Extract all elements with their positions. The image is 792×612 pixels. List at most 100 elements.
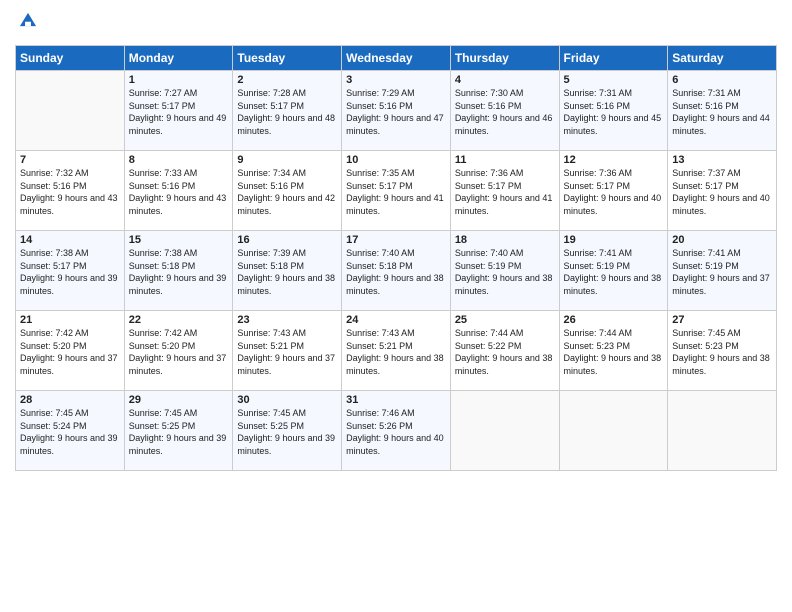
day-info: Sunrise: 7:41 AMSunset: 5:19 PMDaylight:… — [564, 248, 662, 296]
day-cell: 17 Sunrise: 7:40 AMSunset: 5:18 PMDayligh… — [342, 231, 451, 311]
day-cell: 13 Sunrise: 7:37 AMSunset: 5:17 PMDayligh… — [668, 151, 777, 231]
day-number: 18 — [455, 234, 555, 246]
logo-icon — [17, 10, 39, 32]
day-info: Sunrise: 7:29 AMSunset: 5:16 PMDaylight:… — [346, 88, 444, 136]
day-info: Sunrise: 7:28 AMSunset: 5:17 PMDaylight:… — [237, 88, 335, 136]
header — [15, 10, 777, 37]
day-number: 3 — [346, 74, 446, 86]
day-number: 21 — [20, 314, 120, 326]
day-number: 12 — [564, 154, 664, 166]
day-cell: 31 Sunrise: 7:46 AMSunset: 5:26 PMDayligh… — [342, 391, 451, 471]
day-info: Sunrise: 7:40 AMSunset: 5:19 PMDaylight:… — [455, 248, 553, 296]
day-cell: 26 Sunrise: 7:44 AMSunset: 5:23 PMDayligh… — [559, 311, 668, 391]
week-row-1: 1 Sunrise: 7:27 AMSunset: 5:17 PMDaylight… — [16, 71, 777, 151]
day-number: 9 — [237, 154, 337, 166]
calendar-table: SundayMondayTuesdayWednesdayThursdayFrid… — [15, 45, 777, 471]
week-row-2: 7 Sunrise: 7:32 AMSunset: 5:16 PMDaylight… — [16, 151, 777, 231]
day-header-sunday: Sunday — [16, 46, 125, 71]
day-info: Sunrise: 7:46 AMSunset: 5:26 PMDaylight:… — [346, 408, 444, 456]
day-cell: 7 Sunrise: 7:32 AMSunset: 5:16 PMDaylight… — [16, 151, 125, 231]
day-cell: 9 Sunrise: 7:34 AMSunset: 5:16 PMDaylight… — [233, 151, 342, 231]
day-info: Sunrise: 7:42 AMSunset: 5:20 PMDaylight:… — [129, 328, 227, 376]
day-header-thursday: Thursday — [450, 46, 559, 71]
day-number: 7 — [20, 154, 120, 166]
day-info: Sunrise: 7:27 AMSunset: 5:17 PMDaylight:… — [129, 88, 227, 136]
day-number: 31 — [346, 394, 446, 406]
day-number: 11 — [455, 154, 555, 166]
day-cell: 11 Sunrise: 7:36 AMSunset: 5:17 PMDayligh… — [450, 151, 559, 231]
day-cell — [559, 391, 668, 471]
day-cell: 23 Sunrise: 7:43 AMSunset: 5:21 PMDayligh… — [233, 311, 342, 391]
day-cell — [16, 71, 125, 151]
day-cell: 29 Sunrise: 7:45 AMSunset: 5:25 PMDayligh… — [124, 391, 233, 471]
day-info: Sunrise: 7:37 AMSunset: 5:17 PMDaylight:… — [672, 168, 770, 216]
day-info: Sunrise: 7:45 AMSunset: 5:25 PMDaylight:… — [129, 408, 227, 456]
day-number: 13 — [672, 154, 772, 166]
header-row: SundayMondayTuesdayWednesdayThursdayFrid… — [16, 46, 777, 71]
day-info: Sunrise: 7:36 AMSunset: 5:17 PMDaylight:… — [455, 168, 553, 216]
day-info: Sunrise: 7:38 AMSunset: 5:17 PMDaylight:… — [20, 248, 118, 296]
week-row-4: 21 Sunrise: 7:42 AMSunset: 5:20 PMDayligh… — [16, 311, 777, 391]
day-cell: 6Sunrise: 7:31 AMSunset: 5:16 PMDaylight… — [668, 71, 777, 151]
day-number: 8 — [129, 154, 229, 166]
day-info: Sunrise: 7:45 AMSunset: 5:24 PMDaylight:… — [20, 408, 118, 456]
day-cell: 5 Sunrise: 7:31 AMSunset: 5:16 PMDaylight… — [559, 71, 668, 151]
day-info: Sunrise: 7:33 AMSunset: 5:16 PMDaylight:… — [129, 168, 227, 216]
day-info: Sunrise: 7:43 AMSunset: 5:21 PMDaylight:… — [237, 328, 335, 376]
day-number: 2 — [237, 74, 337, 86]
day-info: Sunrise: 7:30 AMSunset: 5:16 PMDaylight:… — [455, 88, 553, 136]
day-header-friday: Friday — [559, 46, 668, 71]
day-cell: 16Sunrise: 7:39 AMSunset: 5:18 PMDayligh… — [233, 231, 342, 311]
day-number: 28 — [20, 394, 120, 406]
week-row-5: 28 Sunrise: 7:45 AMSunset: 5:24 PMDayligh… — [16, 391, 777, 471]
day-info: Sunrise: 7:42 AMSunset: 5:20 PMDaylight:… — [20, 328, 118, 376]
day-number: 17 — [346, 234, 446, 246]
day-info: Sunrise: 7:40 AMSunset: 5:18 PMDaylight:… — [346, 248, 444, 296]
day-cell: 4Sunrise: 7:30 AMSunset: 5:16 PMDaylight… — [450, 71, 559, 151]
day-number: 5 — [564, 74, 664, 86]
day-cell — [668, 391, 777, 471]
day-info: Sunrise: 7:44 AMSunset: 5:22 PMDaylight:… — [455, 328, 553, 376]
day-cell: 19Sunrise: 7:41 AMSunset: 5:19 PMDayligh… — [559, 231, 668, 311]
logo — [15, 10, 39, 37]
day-info: Sunrise: 7:45 AMSunset: 5:25 PMDaylight:… — [237, 408, 335, 456]
day-number: 27 — [672, 314, 772, 326]
week-row-3: 14Sunrise: 7:38 AMSunset: 5:17 PMDayligh… — [16, 231, 777, 311]
day-number: 24 — [346, 314, 446, 326]
day-info: Sunrise: 7:45 AMSunset: 5:23 PMDaylight:… — [672, 328, 770, 376]
day-cell: 22Sunrise: 7:42 AMSunset: 5:20 PMDayligh… — [124, 311, 233, 391]
day-cell: 2 Sunrise: 7:28 AMSunset: 5:17 PMDaylight… — [233, 71, 342, 151]
day-info: Sunrise: 7:31 AMSunset: 5:16 PMDaylight:… — [564, 88, 662, 136]
day-cell — [450, 391, 559, 471]
day-number: 1 — [129, 74, 229, 86]
day-cell: 12 Sunrise: 7:36 AMSunset: 5:17 PMDayligh… — [559, 151, 668, 231]
day-number: 29 — [129, 394, 229, 406]
day-cell: 18 Sunrise: 7:40 AMSunset: 5:19 PMDayligh… — [450, 231, 559, 311]
day-cell: 28 Sunrise: 7:45 AMSunset: 5:24 PMDayligh… — [16, 391, 125, 471]
day-cell: 1 Sunrise: 7:27 AMSunset: 5:17 PMDaylight… — [124, 71, 233, 151]
day-info: Sunrise: 7:31 AMSunset: 5:16 PMDaylight:… — [672, 88, 770, 136]
day-number: 15 — [129, 234, 229, 246]
day-info: Sunrise: 7:34 AMSunset: 5:16 PMDaylight:… — [237, 168, 335, 216]
day-header-monday: Monday — [124, 46, 233, 71]
day-info: Sunrise: 7:44 AMSunset: 5:23 PMDaylight:… — [564, 328, 662, 376]
page-container: SundayMondayTuesdayWednesdayThursdayFrid… — [0, 0, 792, 481]
day-cell: 30Sunrise: 7:45 AMSunset: 5:25 PMDayligh… — [233, 391, 342, 471]
day-cell: 8 Sunrise: 7:33 AMSunset: 5:16 PMDaylight… — [124, 151, 233, 231]
day-number: 23 — [237, 314, 337, 326]
day-cell: 3 Sunrise: 7:29 AMSunset: 5:16 PMDaylight… — [342, 71, 451, 151]
day-info: Sunrise: 7:32 AMSunset: 5:16 PMDaylight:… — [20, 168, 118, 216]
day-number: 10 — [346, 154, 446, 166]
day-number: 16 — [237, 234, 337, 246]
day-cell: 24Sunrise: 7:43 AMSunset: 5:21 PMDayligh… — [342, 311, 451, 391]
day-header-tuesday: Tuesday — [233, 46, 342, 71]
day-number: 26 — [564, 314, 664, 326]
day-cell: 25 Sunrise: 7:44 AMSunset: 5:22 PMDayligh… — [450, 311, 559, 391]
day-info: Sunrise: 7:38 AMSunset: 5:18 PMDaylight:… — [129, 248, 227, 296]
day-cell: 27 Sunrise: 7:45 AMSunset: 5:23 PMDayligh… — [668, 311, 777, 391]
day-cell: 10Sunrise: 7:35 AMSunset: 5:17 PMDayligh… — [342, 151, 451, 231]
day-number: 20 — [672, 234, 772, 246]
day-header-wednesday: Wednesday — [342, 46, 451, 71]
day-info: Sunrise: 7:36 AMSunset: 5:17 PMDaylight:… — [564, 168, 662, 216]
day-number: 25 — [455, 314, 555, 326]
